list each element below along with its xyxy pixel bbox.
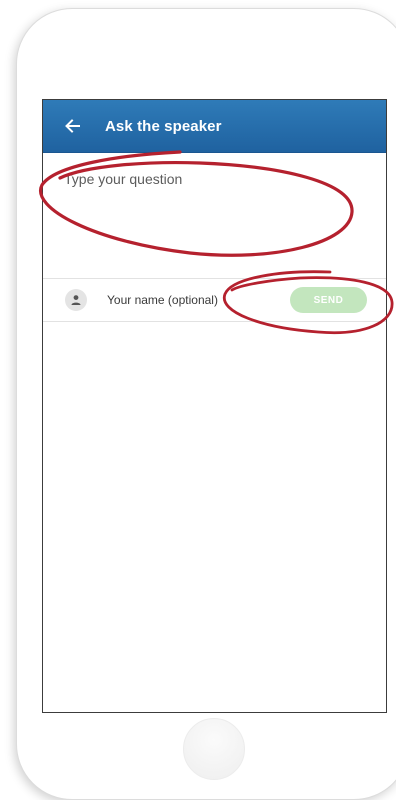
avatar	[65, 289, 87, 311]
back-button[interactable]	[62, 116, 82, 136]
name-row: Your name (optional) SEND	[43, 279, 386, 322]
question-input[interactable]: Type your question	[43, 153, 386, 279]
send-button[interactable]: SEND	[290, 287, 367, 313]
question-placeholder: Type your question	[64, 171, 183, 187]
home-button	[183, 718, 245, 780]
person-icon	[71, 295, 81, 305]
page-title: Ask the speaker	[105, 117, 222, 135]
app-screen: Ask the speaker Type your question Your …	[42, 99, 387, 713]
name-input[interactable]: Your name (optional)	[107, 293, 290, 307]
arrow-left-icon	[65, 119, 80, 133]
app-bar: Ask the speaker	[43, 100, 386, 153]
